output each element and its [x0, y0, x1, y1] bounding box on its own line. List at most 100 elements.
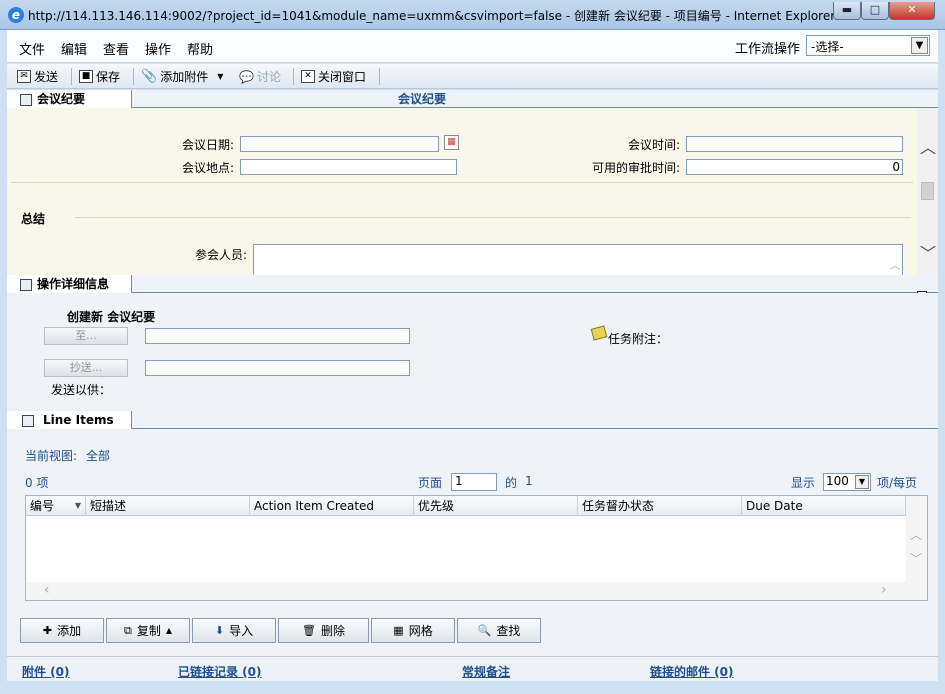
meeting-section-header [7, 90, 938, 108]
meeting-location-field[interactable] [240, 159, 457, 175]
save-icon: ■ [79, 70, 93, 83]
grid-button[interactable]: ▦ 网格 [371, 618, 455, 643]
save-button[interactable]: ■ 保存 [79, 68, 120, 85]
grid-header: 编号 ▼ 短描述 Action Item Created 优先级 任务督办状态 … [26, 496, 906, 516]
meeting-date-label: 会议日期: [181, 138, 234, 152]
summary-heading: 总结 [21, 212, 46, 226]
chevron-down-icon[interactable]: ﹀ [910, 550, 922, 567]
menu-bar: 文件 编辑 查看 操作 帮助 工作流操作 -选择- ▼ [7, 30, 938, 63]
chevron-down-icon[interactable]: ﹀ [920, 240, 936, 264]
footer-link-bar: 附件 (0) 已链接记录 (0) 常规备注 链接的邮件 (0) [7, 656, 938, 681]
attendees-textarea[interactable]: ︿ [253, 244, 903, 275]
per-page-select[interactable]: 100 ▼ [823, 473, 871, 491]
dropdown-arrow-icon: ▲ [165, 626, 173, 635]
item-count: 0 项 [25, 476, 49, 490]
approval-time-field[interactable]: 0 [686, 159, 903, 175]
trash-icon: 🗑 [302, 624, 316, 637]
send-label: 发送 [34, 70, 59, 84]
menu-edit[interactable]: 编辑 [61, 39, 87, 58]
sort-icon[interactable]: ▼ [75, 496, 81, 516]
workflow-select-value: -选择- [811, 40, 844, 54]
divider [75, 217, 911, 218]
show-label: 显示 [791, 476, 816, 490]
column-header-number[interactable]: 编号 ▼ [26, 496, 86, 516]
current-view-label: 当前视图: [25, 449, 78, 463]
meeting-section-icon [20, 94, 32, 106]
meeting-form-scrollbar[interactable]: ︿ ﹀ [917, 108, 938, 275]
line-items-tab-label: Line Items [43, 413, 114, 427]
close-window-button[interactable]: ✕ [889, 2, 935, 20]
ie-logo-icon: e [8, 7, 24, 23]
meeting-tab-label: 会议纪要 [37, 92, 86, 106]
grid-vscrollbar[interactable]: ︿ ﹀ [906, 496, 927, 600]
window-title: http://114.113.146.114:9002/?project_id=… [28, 9, 836, 23]
toolbar-divider [293, 68, 294, 85]
grid-icon: ▦ [393, 624, 404, 637]
per-page-label: 项/每页 [877, 476, 918, 490]
column-header-short-desc[interactable]: 短描述 [86, 496, 250, 516]
save-label: 保存 [96, 70, 121, 84]
add-button[interactable]: ✚ 添加 [20, 618, 104, 643]
maximize-button[interactable]: □ [861, 2, 889, 20]
send-button[interactable]: ✉ 发送 [17, 68, 58, 85]
grid-hscrollbar[interactable]: ‹ › [26, 582, 906, 600]
menu-help[interactable]: 帮助 [187, 39, 213, 58]
line-items-grid: 编号 ▼ 短描述 Action Item Created 优先级 任务督办状态 … [25, 495, 928, 601]
to-field[interactable] [145, 328, 410, 344]
cc-field[interactable] [145, 360, 410, 376]
menu-view[interactable]: 查看 [103, 39, 129, 58]
cc-button[interactable]: 抄送... [44, 359, 128, 377]
menu-file[interactable]: 文件 [19, 39, 45, 58]
column-header-priority[interactable]: 优先级 [414, 496, 578, 516]
operation-section-header [7, 275, 938, 293]
copy-button[interactable]: ⧉ 复制 ▲ [106, 618, 190, 643]
page-input[interactable]: 1 [451, 473, 497, 491]
column-header-action-created[interactable]: Action Item Created [250, 496, 414, 516]
column-header-due-date[interactable]: Due Date [742, 496, 906, 516]
linked-mail-link[interactable]: 链接的邮件 (0) [650, 663, 734, 680]
total-pages: 1 [525, 474, 533, 488]
close-page-button[interactable]: ✕ 关闭窗口 [301, 68, 366, 85]
toolbar-divider [71, 68, 72, 85]
import-button[interactable]: ⬇ 导入 [192, 618, 276, 643]
grid-label: 网格 [408, 624, 433, 638]
copy-icon: ⧉ [123, 623, 132, 637]
line-items-section-icon [22, 415, 34, 427]
meeting-time-field[interactable] [686, 136, 903, 152]
minimize-button[interactable]: ▬ [833, 2, 861, 20]
delete-button[interactable]: 🗑 删除 [278, 618, 369, 643]
chevron-left-icon[interactable]: ‹ [44, 582, 50, 598]
notes-link[interactable]: 常规备注 [462, 663, 510, 680]
to-button[interactable]: 至... [44, 327, 128, 345]
attendees-label: 参会人员: [194, 248, 247, 262]
send-icon: ✉ [17, 70, 31, 83]
delete-label: 删除 [320, 624, 345, 638]
scrollbar-thumb[interactable] [921, 182, 934, 200]
discuss-button[interactable]: 💬 讨论 [239, 68, 281, 85]
chevron-up-icon[interactable]: ︿ [910, 526, 922, 543]
attachments-link[interactable]: 附件 (0) [22, 663, 70, 680]
meeting-center-title: 会议纪要 [398, 92, 447, 106]
chevron-down-icon: ▼ [911, 37, 928, 54]
fyi-label: 发送以供： [51, 383, 112, 397]
operation-tab-label: 操作详细信息 [37, 277, 110, 291]
add-attachment-button[interactable]: 📎 添加附件 ▼ [141, 68, 223, 85]
column-header-label: 编号 [30, 499, 55, 513]
operation-panel: 创建新 会议纪要 至... 抄送... 发送以供： 任务附注： [7, 293, 938, 411]
menu-actions[interactable]: 操作 [145, 39, 171, 58]
add-icon: ✚ [42, 624, 53, 637]
find-button[interactable]: 🔍 查找 [457, 618, 541, 643]
line-items-section-header [7, 411, 938, 429]
column-header-status[interactable]: 任务督办状态 [578, 496, 742, 516]
chevron-right-icon[interactable]: › [881, 582, 887, 598]
scroll-up-icon: ︿ [890, 261, 900, 272]
dropdown-arrow-icon[interactable]: ▼ [217, 72, 223, 81]
current-view-link[interactable]: 全部 [86, 447, 110, 464]
calendar-icon[interactable]: ▦ [444, 135, 459, 150]
discuss-icon: 💬 [239, 69, 254, 84]
window-titlebar: e http://114.113.146.114:9002/?project_i… [0, 0, 945, 30]
linked-records-link[interactable]: 已链接记录 (0) [178, 663, 262, 680]
workflow-select[interactable]: -选择- ▼ [806, 35, 930, 56]
meeting-date-field[interactable] [240, 136, 439, 152]
chevron-up-icon[interactable]: ︿ [920, 134, 936, 158]
